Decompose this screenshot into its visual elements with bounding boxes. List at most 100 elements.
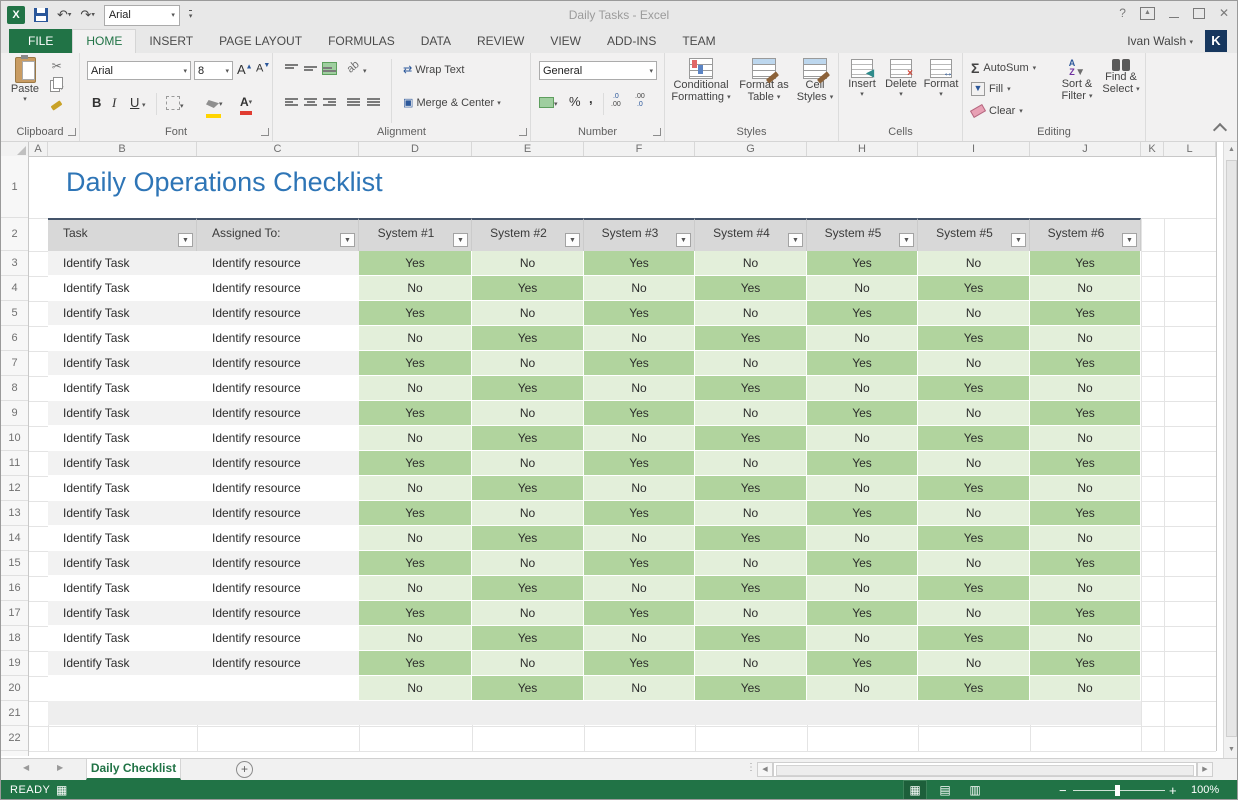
- filter-button[interactable]: ▼: [788, 233, 803, 247]
- value-cell[interactable]: Yes: [807, 601, 918, 626]
- vertical-scrollbar[interactable]: ▲ ▼: [1223, 142, 1238, 758]
- value-cell[interactable]: Yes: [918, 326, 1030, 351]
- assigned-cell[interactable]: Identify resource: [197, 326, 359, 351]
- value-cell[interactable]: Yes: [584, 501, 695, 526]
- collapse-ribbon-button[interactable]: [1213, 123, 1227, 137]
- zoom-in-button[interactable]: +: [1169, 783, 1177, 798]
- table-header-system-6[interactable]: System #6▼: [1030, 218, 1141, 251]
- row-number-18[interactable]: 18: [1, 626, 28, 651]
- cell-styles-button[interactable]: Cell Styles ▾: [793, 58, 837, 103]
- task-cell[interactable]: Identify Task: [48, 526, 197, 551]
- align-center-button[interactable]: [304, 97, 317, 108]
- value-cell[interactable]: No: [807, 676, 918, 701]
- column-header-K[interactable]: K: [1141, 142, 1164, 156]
- value-cell[interactable]: No: [584, 376, 695, 401]
- row-number-2[interactable]: 2: [1, 218, 28, 251]
- filter-button[interactable]: ▼: [340, 233, 355, 247]
- value-cell[interactable]: No: [584, 526, 695, 551]
- tab-view[interactable]: VIEW: [537, 29, 594, 53]
- value-cell[interactable]: Yes: [472, 276, 584, 301]
- font-family-combo[interactable]: Arial▾: [87, 61, 191, 80]
- row-number-4[interactable]: 4: [1, 276, 28, 301]
- value-cell[interactable]: Yes: [472, 676, 584, 701]
- value-cell[interactable]: No: [584, 626, 695, 651]
- number-format-combo[interactable]: General▾: [539, 61, 657, 80]
- value-cell[interactable]: No: [918, 301, 1030, 326]
- row-number-14[interactable]: 14: [1, 526, 28, 551]
- filter-button[interactable]: ▼: [1122, 233, 1137, 247]
- value-cell[interactable]: No: [472, 401, 584, 426]
- value-cell[interactable]: No: [695, 501, 807, 526]
- value-cell[interactable]: Yes: [584, 301, 695, 326]
- assigned-cell[interactable]: Identify resource: [197, 651, 359, 676]
- row-number-12[interactable]: 12: [1, 476, 28, 501]
- empty-banded-row[interactable]: [48, 701, 1141, 725]
- row-number-3[interactable]: 3: [1, 251, 28, 276]
- paste-button[interactable]: Paste ▾: [5, 57, 45, 103]
- horizontal-scroll-track[interactable]: [773, 762, 1197, 777]
- value-cell[interactable]: Yes: [1030, 401, 1141, 426]
- accounting-format-button[interactable]: ▾: [539, 95, 558, 113]
- select-all-corner[interactable]: [1, 142, 29, 156]
- scroll-up-button[interactable]: ▲: [1224, 142, 1238, 158]
- prev-sheet-button[interactable]: ◀: [23, 763, 29, 772]
- table-header-assigned[interactable]: Assigned To:▼: [197, 218, 359, 251]
- value-cell[interactable]: Yes: [472, 526, 584, 551]
- row-number-11[interactable]: 11: [1, 451, 28, 476]
- value-cell[interactable]: No: [695, 351, 807, 376]
- value-cell[interactable]: No: [584, 676, 695, 701]
- value-cell[interactable]: Yes: [472, 376, 584, 401]
- value-cell[interactable]: Yes: [807, 351, 918, 376]
- value-cell[interactable]: Yes: [807, 551, 918, 576]
- row-number-15[interactable]: 15: [1, 551, 28, 576]
- format-cells-button[interactable]: ↔ Format ▾: [921, 59, 961, 98]
- column-header-A[interactable]: A: [29, 142, 48, 156]
- new-sheet-button[interactable]: +: [236, 761, 253, 778]
- font-dialog-launcher[interactable]: [261, 128, 269, 136]
- value-cell[interactable]: No: [472, 451, 584, 476]
- task-cell[interactable]: Identify Task: [48, 451, 197, 476]
- value-cell[interactable]: Yes: [918, 276, 1030, 301]
- value-cell[interactable]: No: [472, 351, 584, 376]
- horizontal-scrollbar[interactable]: ◀ ▶: [757, 762, 1213, 777]
- value-cell[interactable]: No: [695, 451, 807, 476]
- value-cell[interactable]: Yes: [1030, 351, 1141, 376]
- value-cell[interactable]: No: [918, 651, 1030, 676]
- value-cell[interactable]: Yes: [807, 651, 918, 676]
- next-sheet-button[interactable]: ▶: [57, 763, 63, 772]
- bottom-align-button[interactable]: [323, 63, 336, 74]
- row-number-16[interactable]: 16: [1, 576, 28, 601]
- value-cell[interactable]: No: [472, 601, 584, 626]
- row-number-19[interactable]: 19: [1, 651, 28, 676]
- value-cell[interactable]: Yes: [584, 351, 695, 376]
- value-cell[interactable]: Yes: [807, 251, 918, 276]
- row-number-22[interactable]: 22: [1, 726, 28, 751]
- value-cell[interactable]: Yes: [359, 601, 472, 626]
- tab-review[interactable]: REVIEW: [464, 29, 537, 53]
- wrap-text-button[interactable]: ⇄ Wrap Text: [403, 63, 464, 76]
- task-cell[interactable]: Identify Task: [48, 651, 197, 676]
- table-header-task[interactable]: Task▼: [48, 218, 197, 251]
- value-cell[interactable]: No: [918, 251, 1030, 276]
- middle-align-button[interactable]: [304, 63, 317, 74]
- value-cell[interactable]: No: [359, 326, 472, 351]
- filter-button[interactable]: ▼: [899, 233, 914, 247]
- page-break-view-button[interactable]: ▥: [964, 781, 986, 800]
- value-cell[interactable]: Yes: [584, 251, 695, 276]
- value-cell[interactable]: No: [359, 276, 472, 301]
- tab-data[interactable]: DATA: [408, 29, 464, 53]
- format-as-table-button[interactable]: Format as Table ▾: [735, 58, 793, 103]
- value-cell[interactable]: No: [807, 526, 918, 551]
- row-number-13[interactable]: 13: [1, 501, 28, 526]
- value-cell[interactable]: Yes: [1030, 301, 1141, 326]
- value-cell[interactable]: Yes: [584, 401, 695, 426]
- row-number-5[interactable]: 5: [1, 301, 28, 326]
- value-cell[interactable]: No: [807, 376, 918, 401]
- filter-button[interactable]: ▼: [676, 233, 691, 247]
- value-cell[interactable]: No: [584, 326, 695, 351]
- value-cell[interactable]: No: [359, 376, 472, 401]
- insert-cells-button[interactable]: ◀ Insert ▾: [843, 59, 881, 98]
- value-cell[interactable]: Yes: [918, 526, 1030, 551]
- value-cell[interactable]: No: [918, 401, 1030, 426]
- task-cell[interactable]: Identify Task: [48, 401, 197, 426]
